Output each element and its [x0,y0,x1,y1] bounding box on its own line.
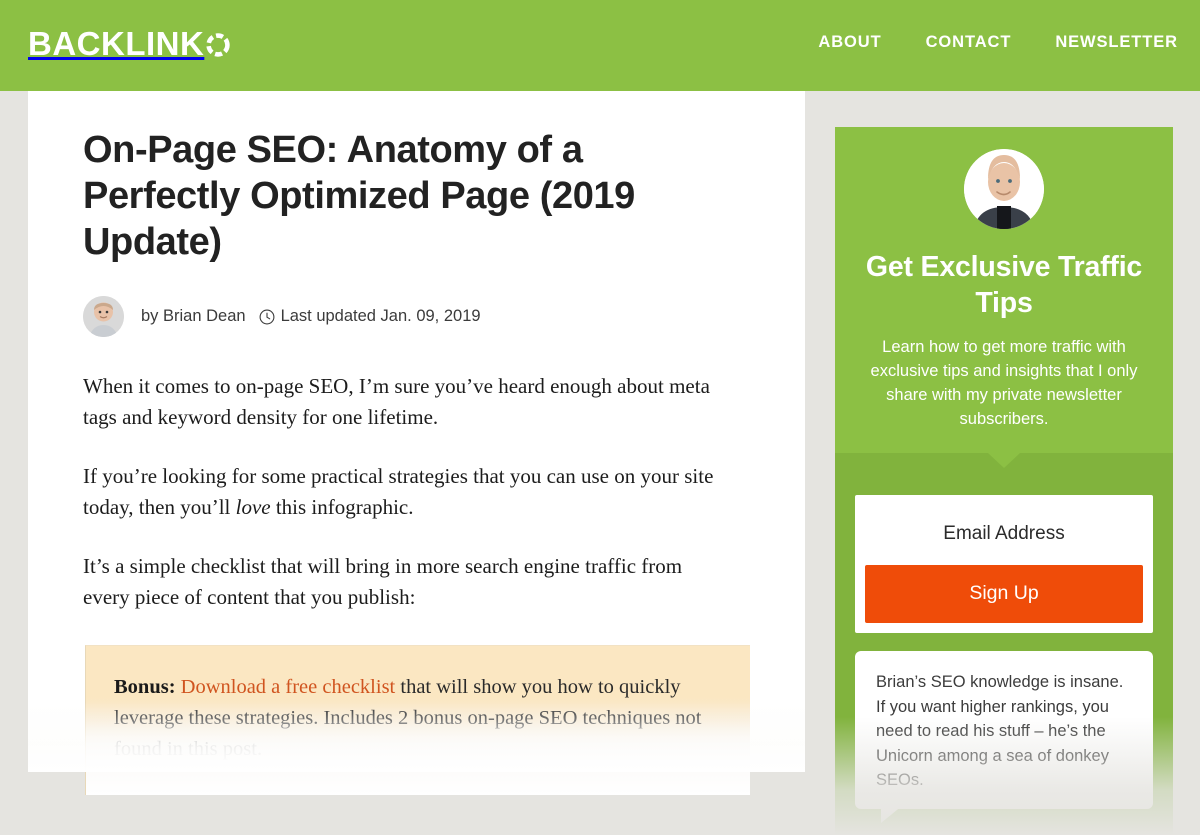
article: On-Page SEO: Anatomy of a Perfectly Opti… [28,91,805,795]
page-title: On-Page SEO: Anatomy of a Perfectly Opti… [83,129,635,263]
optin-form-wrapper: Sign Up [835,495,1173,651]
paragraph-2-emphasis: love [235,495,271,519]
article-column: On-Page SEO: Anatomy of a Perfectly Opti… [28,91,805,795]
headshot-image [964,149,1044,229]
optin-header: Get Exclusive Traffic Tips Learn how to … [835,127,1173,453]
byline-meta: by Brian Dean Last updated Jan. 09, 2019 [141,307,481,326]
site-logo[interactable]: BACKLINK [28,27,231,60]
nav-link-about[interactable]: ABOUT [818,33,881,52]
sidebar-optin-widget: Get Exclusive Traffic Tips Learn how to … [835,127,1173,835]
author-headshot [964,149,1044,229]
email-field[interactable] [865,505,1143,565]
last-updated-label: Last updated Jan. 09, 2019 [280,307,481,325]
testimonial-bubble: Brian’s SEO knowledge is insane. If you … [855,651,1153,823]
testimonial-quote: Brian’s SEO knowledge is insane. If you … [876,673,1124,789]
primary-navigation: ABOUT CONTACT NEWSLETTER [818,33,1178,52]
byline: by Brian Dean Last updated Jan. 09, 2019 [83,296,759,337]
bonus-text: Bonus: Download a free checklist that wi… [114,672,722,765]
byline-updated: Last updated Jan. 09, 2019 [259,307,481,326]
paragraph-2-after: this infographic. [270,495,414,519]
avatar [83,296,124,337]
paragraph-2: If you’re looking for some practical str… [83,461,733,523]
bonus-callout: Bonus: Download a free checklist that wi… [85,645,750,795]
newsletter-form: Sign Up [855,495,1153,633]
article-body: When it comes to on-page SEO, I’m sure y… [83,371,733,613]
nav-link-newsletter[interactable]: NEWSLETTER [1055,33,1178,52]
avatar-image [83,296,124,337]
bonus-label: Bonus: [114,676,176,698]
bonus-download-link[interactable]: Download a free checklist [181,676,396,698]
optin-subtitle: Learn how to get more traffic with exclu… [870,338,1138,428]
chevron-down-icon [988,453,1020,468]
optin-notch-band [835,453,1173,495]
testimonial-zone: Brian’s SEO knowledge is insane. If you … [835,651,1173,835]
site-header: BACKLINK ABOUT CONTACT NEWSLETTER [0,0,1200,91]
dashed-circle-icon [206,32,231,57]
clock-icon [259,309,275,324]
byline-author: by Brian Dean [141,307,246,325]
logo-wordmark: BACKLINK [28,25,205,62]
speech-bubble-tail-icon [881,804,903,823]
nav-link-contact[interactable]: CONTACT [926,33,1012,52]
optin-title: Get Exclusive Traffic Tips [865,251,1143,319]
paragraph-3: It’s a simple checklist that will bring … [83,554,683,609]
paragraph-1: When it comes to on-page SEO, I’m sure y… [83,374,710,429]
sign-up-button[interactable]: Sign Up [865,565,1143,623]
